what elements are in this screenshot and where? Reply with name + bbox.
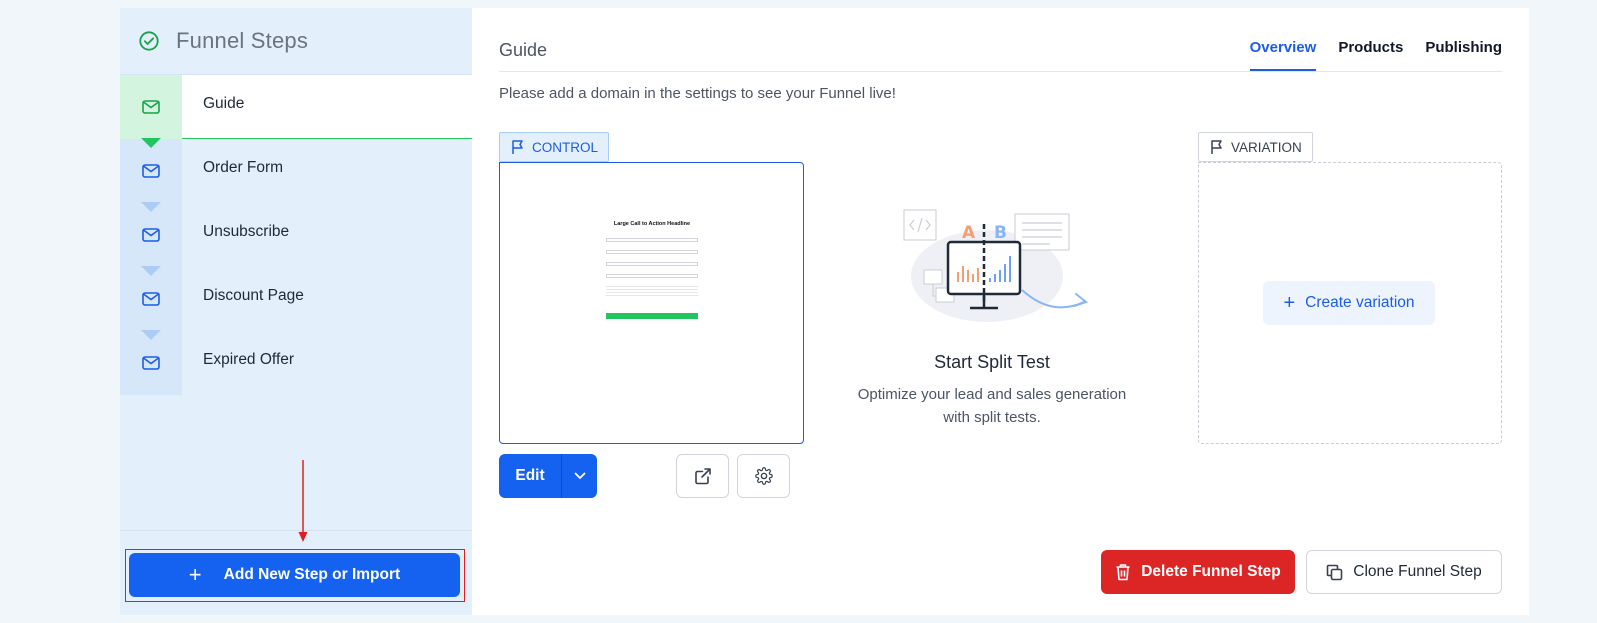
flag-icon <box>1211 140 1222 154</box>
variation-placeholder: + Create variation <box>1198 162 1502 444</box>
settings-button[interactable] <box>737 454 790 498</box>
sidebar-step-unsubscribe[interactable]: Unsubscribe <box>120 202 472 267</box>
step-list: Guide Order Form Unsubscribe Discount Pa… <box>120 75 472 395</box>
step-label: Guide <box>182 75 472 139</box>
edit-options-button[interactable] <box>562 454 597 498</box>
header-row: Guide Overview Products Publishing <box>499 8 1502 72</box>
tab-bar: Overview Products Publishing <box>1249 39 1502 71</box>
step-connector-icon <box>141 266 161 276</box>
sidebar-header: Funnel Steps <box>120 8 472 75</box>
sidebar-step-guide[interactable]: Guide <box>120 75 472 139</box>
open-external-button[interactable] <box>676 454 729 498</box>
tab-products[interactable]: Products <box>1338 39 1403 71</box>
split-test-description: Optimize your lead and sales generation … <box>857 386 1127 426</box>
tab-publishing[interactable]: Publishing <box>1425 39 1502 71</box>
main-panel: Guide Overview Products Publishing Pleas… <box>472 8 1529 615</box>
mail-icon <box>142 228 160 242</box>
svg-text:A: A <box>962 223 976 243</box>
page-thumbnail: Large Call to Action Headline <box>600 221 704 335</box>
sidebar-step-discount-page[interactable]: Discount Page <box>120 266 472 331</box>
step-connector-icon <box>141 202 161 212</box>
edit-button-group: Edit <box>499 454 597 498</box>
check-circle-icon <box>139 31 159 51</box>
sidebar-title: Funnel Steps <box>176 28 309 53</box>
mail-icon <box>142 164 160 178</box>
plus-icon: + <box>188 562 202 587</box>
variation-tag: VARIATION <box>1198 132 1313 162</box>
tab-overview[interactable]: Overview <box>1249 39 1317 71</box>
edit-button[interactable]: Edit <box>499 454 562 498</box>
step-label: Expired Offer <box>203 351 295 368</box>
control-page-preview[interactable]: Large Call to Action Headline <box>499 162 804 444</box>
step-connector-icon <box>141 138 161 148</box>
domain-notice: Please add a domain in the settings to s… <box>499 85 896 102</box>
external-link-icon <box>694 468 711 485</box>
sidebar-step-order-form[interactable]: Order Form <box>120 138 472 203</box>
split-test-illustration-icon: A B <box>903 209 1089 322</box>
step-connector-icon <box>141 330 161 340</box>
svg-text:B: B <box>994 223 1007 243</box>
annotation-highlight-box: + Add New Step or Import <box>125 549 465 602</box>
step-label: Unsubscribe <box>203 223 290 240</box>
sidebar-step-expired-offer[interactable]: Expired Offer <box>120 330 472 395</box>
sidebar-footer: + Add New Step or Import <box>120 530 472 615</box>
mail-icon <box>142 356 160 370</box>
mail-icon <box>142 292 160 306</box>
split-test-title: Start Split Test <box>934 352 1050 372</box>
delete-funnel-step-button[interactable]: Delete Funnel Step <box>1101 550 1295 594</box>
mail-icon <box>142 100 160 114</box>
create-variation-button[interactable]: + Create variation <box>1263 281 1435 325</box>
funnel-steps-sidebar: Funnel Steps Guide Order Form Unsubscrib… <box>120 8 472 615</box>
plus-icon: + <box>1283 292 1296 314</box>
clone-funnel-step-button[interactable]: Clone Funnel Step <box>1306 550 1502 594</box>
gear-icon <box>754 467 773 485</box>
page-title: Guide <box>499 40 548 60</box>
copy-icon <box>1326 564 1343 580</box>
chevron-down-icon <box>574 472 585 479</box>
add-new-step-button[interactable]: + Add New Step or Import <box>129 553 460 597</box>
control-tag: CONTROL <box>499 132 610 162</box>
annotation-arrow-icon <box>298 460 308 542</box>
step-label: Discount Page <box>203 287 304 304</box>
step-label: Order Form <box>203 159 284 176</box>
trash-icon <box>1116 564 1130 581</box>
flag-icon <box>512 140 523 154</box>
thumbnail-headline: Large Call to Action Headline <box>613 221 691 227</box>
